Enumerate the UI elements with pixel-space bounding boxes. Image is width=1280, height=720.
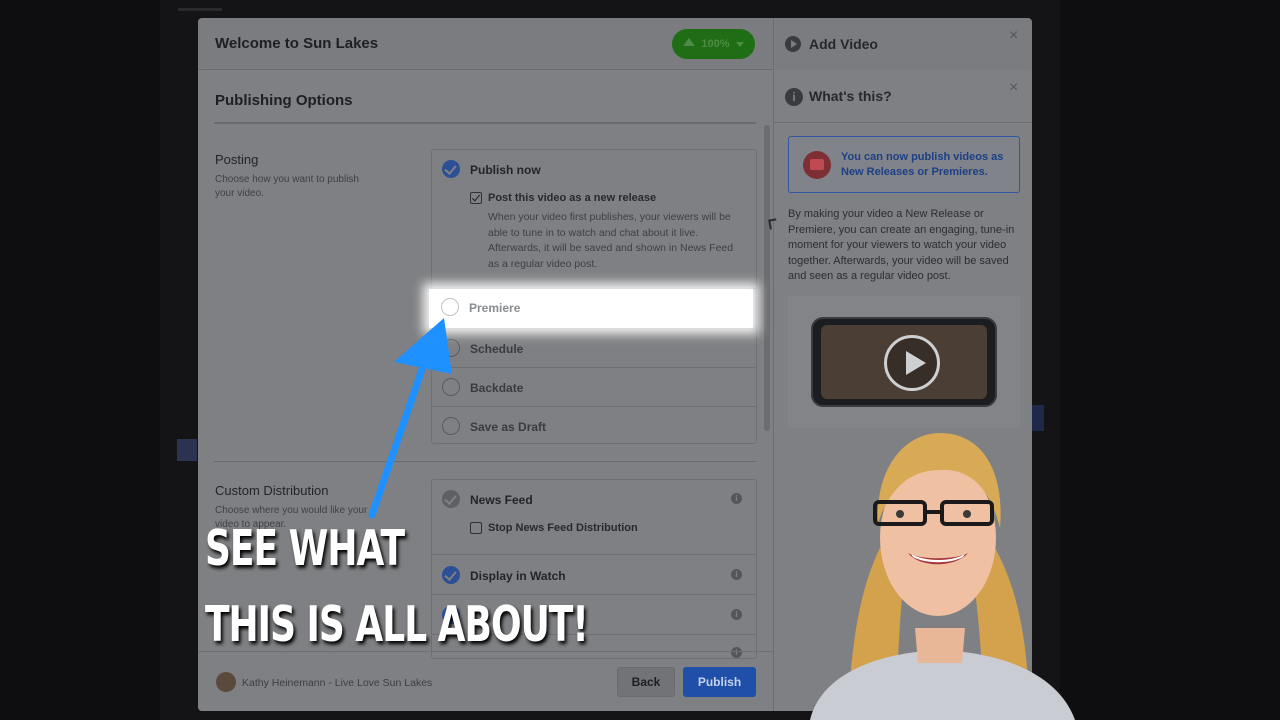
posting-description: Choose how you want to publish your vide… bbox=[215, 174, 359, 199]
add-video-header: Add Video × bbox=[773, 18, 1032, 70]
dialog-title: Welcome to Sun Lakes bbox=[215, 35, 379, 52]
custom-distribution-label: Custom Distribution bbox=[215, 483, 329, 498]
info-icon[interactable]: i bbox=[731, 609, 742, 620]
chevron-down-icon bbox=[735, 41, 744, 47]
posting-option-schedule[interactable]: Schedule bbox=[432, 328, 756, 367]
news-feed-label: News Feed bbox=[470, 493, 533, 507]
back-button[interactable]: Back bbox=[617, 667, 675, 697]
stop-news-feed-label: Stop News Feed Distribution bbox=[488, 522, 638, 534]
new-release-checkbox[interactable] bbox=[470, 192, 482, 204]
divider bbox=[774, 122, 1032, 123]
whats-this-title: What's this? bbox=[809, 88, 892, 104]
posting-option-backdate[interactable]: Backdate bbox=[432, 367, 756, 406]
display-in-watch-row[interactable]: Display in Watch i bbox=[432, 554, 756, 594]
display-in-watch-label: Display in Watch bbox=[470, 569, 566, 583]
upload-percent: 100% bbox=[701, 38, 730, 50]
phone-screen bbox=[821, 325, 987, 399]
publish-now-radio[interactable] bbox=[442, 160, 460, 178]
close-icon[interactable]: × bbox=[1009, 27, 1018, 45]
info-icon: i bbox=[785, 88, 803, 106]
info-icon[interactable]: i bbox=[731, 493, 742, 504]
backdate-radio[interactable] bbox=[442, 378, 460, 396]
background-element bbox=[177, 439, 197, 461]
new-release-label: Post this video as a new release bbox=[488, 192, 657, 204]
new-release-description: When your video first publishes, your vi… bbox=[488, 211, 734, 270]
caption-line-2: THIS IS ALL ABOUT! bbox=[205, 598, 589, 654]
divider bbox=[214, 122, 756, 124]
add-video-title: Add Video bbox=[809, 36, 878, 52]
publish-button[interactable]: Publish bbox=[683, 667, 756, 697]
posting-label: Posting bbox=[215, 152, 259, 167]
schedule-radio[interactable] bbox=[442, 339, 460, 357]
video-icon bbox=[803, 151, 831, 179]
display-in-watch-check[interactable] bbox=[442, 566, 460, 584]
scrollbar[interactable] bbox=[764, 125, 770, 431]
premiere-radio[interactable] bbox=[441, 298, 459, 316]
caption-line-1: SEE WHAT bbox=[205, 522, 405, 578]
premiere-label: Premiere bbox=[469, 301, 521, 315]
upload-progress-button[interactable]: 100% bbox=[672, 29, 755, 59]
save-as-draft-label: Save as Draft bbox=[470, 420, 547, 434]
whats-this-description: By making your video a New Release or Pr… bbox=[788, 208, 1015, 282]
play-icon bbox=[785, 36, 801, 52]
stop-news-feed-checkbox[interactable] bbox=[470, 522, 482, 534]
page-title: Publishing Options bbox=[215, 92, 353, 109]
page-name: Kathy Heinemann - Live Love Sun Lakes bbox=[242, 677, 433, 689]
divider bbox=[214, 461, 756, 462]
save-as-draft-radio[interactable] bbox=[442, 417, 460, 435]
posting-option-save-as-draft[interactable]: Save as Draft bbox=[432, 406, 756, 444]
avatar bbox=[216, 672, 236, 692]
info-icon[interactable]: i bbox=[731, 569, 742, 580]
presenter-photo bbox=[810, 433, 1075, 720]
close-icon[interactable]: × bbox=[1009, 79, 1018, 97]
mouse-cursor-icon bbox=[768, 218, 778, 230]
background-divider bbox=[178, 8, 222, 11]
backdate-label: Backdate bbox=[470, 381, 524, 395]
news-feed-check[interactable] bbox=[442, 490, 460, 508]
dialog-footer: Kathy Heinemann - Live Love Sun Lakes Ba… bbox=[198, 651, 773, 711]
phone-mockup bbox=[811, 317, 997, 407]
dialog-header: Welcome to Sun Lakes 100% bbox=[198, 18, 773, 70]
play-icon[interactable] bbox=[884, 335, 940, 391]
schedule-label: Schedule bbox=[470, 342, 524, 356]
publish-now-label: Publish now bbox=[470, 163, 541, 177]
upload-icon bbox=[683, 38, 696, 46]
new-release-banner: You can now publish videos as New Releas… bbox=[788, 136, 1020, 193]
premiere-preview-image bbox=[788, 296, 1020, 428]
banner-text: You can now publish videos as New Releas… bbox=[841, 151, 1004, 178]
